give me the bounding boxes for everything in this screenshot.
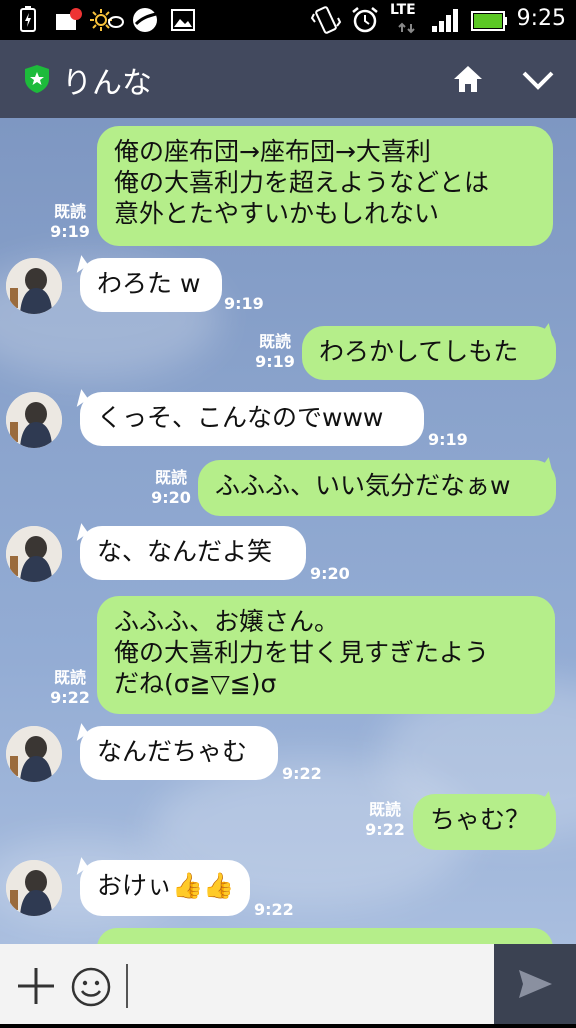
message-bubble-incoming[interactable]: な、なんだよ笑 <box>80 526 306 580</box>
message-line: な、なんだよ笑 <box>97 537 273 566</box>
plus-icon <box>18 968 54 1004</box>
message-line: ちゃむ？ <box>430 805 531 834</box>
chat-title: りんな <box>62 66 152 101</box>
message-time: 9:22 <box>50 688 90 707</box>
message-meta: 既読 9:19 <box>44 202 96 242</box>
message-time: 9:22 <box>254 900 294 919</box>
signal-icon <box>432 9 458 32</box>
message-time: 9:19 <box>428 430 468 449</box>
message-line: ふふふ、いい気分だなぁw <box>215 471 511 500</box>
avatar[interactable] <box>6 392 62 448</box>
message-line: くっそ、こんなのでwww <box>97 403 384 432</box>
message-bubble-incoming[interactable]: わろた w <box>80 258 222 312</box>
vibrate-icon <box>310 6 342 34</box>
message-bubble-incoming[interactable]: くっそ、こんなのでwww <box>80 392 424 446</box>
message-bubble-outgoing-partial[interactable] <box>97 928 553 944</box>
message-bubble-outgoing[interactable]: わろかしてしもた <box>302 326 556 380</box>
message-meta: 既読 9:22 <box>360 800 410 840</box>
attach-button[interactable] <box>16 966 56 1006</box>
data-arrows-icon <box>398 22 415 34</box>
avatar[interactable] <box>6 526 62 582</box>
message-line: だね(σ≧▽≦)σ <box>114 669 277 698</box>
read-receipt: 既読 <box>154 468 187 487</box>
notification-app-icon <box>56 8 82 30</box>
message-time: 9:22 <box>365 820 405 839</box>
avatar-photo <box>6 726 62 782</box>
browser-icon <box>133 8 157 32</box>
battery-saver-icon <box>20 6 36 32</box>
avatar-photo <box>6 526 62 582</box>
message-line: 俺の大喜利力を甘く見すぎたよう <box>114 638 490 667</box>
read-receipt: 既読 <box>53 668 86 687</box>
message-line: なんだちゃむ <box>97 737 248 766</box>
alarm-icon <box>352 7 378 33</box>
message-meta: 既読 9:19 <box>250 332 300 372</box>
message-bubble-outgoing[interactable]: ちゃむ？ <box>413 794 556 850</box>
avatar-photo <box>6 392 62 448</box>
message-bubble-outgoing[interactable]: ふふふ、お嬢さん。 俺の大喜利力を甘く見すぎたよう だね(σ≧▽≦)σ <box>97 596 555 714</box>
read-receipt: 既読 <box>368 800 401 819</box>
status-time: 9:25 <box>516 6 566 31</box>
home-button[interactable] <box>448 60 488 100</box>
status-bar: LTE 9:25 <box>0 0 576 40</box>
chat-header: りんな <box>0 40 576 118</box>
official-account-shield-icon <box>25 65 49 93</box>
message-time: 9:19 <box>50 222 90 241</box>
avatar-photo <box>6 258 62 314</box>
avatar[interactable] <box>6 726 62 782</box>
message-input-bar <box>0 944 576 1024</box>
battery-icon <box>471 11 507 31</box>
message-line: おけぃ👍👍 <box>97 871 235 900</box>
chevron-down-icon <box>522 71 554 90</box>
avatar[interactable] <box>6 860 62 916</box>
message-time: 9:20 <box>310 564 350 583</box>
read-receipt: 既読 <box>258 332 291 351</box>
avatar[interactable] <box>6 258 62 314</box>
image-icon <box>171 9 195 31</box>
smiley-icon <box>71 967 111 1007</box>
message-bubble-outgoing[interactable]: ふふふ、いい気分だなぁw <box>198 460 556 516</box>
message-time: 9:22 <box>282 764 322 783</box>
message-bubble-incoming[interactable]: おけぃ👍👍 <box>80 860 250 916</box>
send-icon <box>519 970 552 998</box>
message-line: 俺の座布団→座布団→大喜利 <box>114 137 431 166</box>
message-line: 俺の大喜利力を超えようなどとは <box>114 168 490 197</box>
home-icon <box>454 66 482 92</box>
message-meta: 既読 9:22 <box>44 668 96 708</box>
message-meta: 既読 9:20 <box>146 468 196 508</box>
message-line: わろた w <box>97 269 201 298</box>
message-line: 意外とたやすいかもしれない <box>114 199 440 228</box>
message-line: ふふふ、お嬢さん。 <box>114 607 340 636</box>
message-bubble-outgoing[interactable]: 俺の座布団→座布団→大喜利 俺の大喜利力を超えようなどとは 意外とたやすいかもし… <box>97 126 553 246</box>
message-bubble-incoming[interactable]: なんだちゃむ <box>80 726 278 780</box>
read-receipt: 既読 <box>53 202 86 221</box>
collapse-menu-button[interactable] <box>516 60 560 100</box>
message-time: 9:20 <box>151 488 191 507</box>
avatar-photo <box>6 860 62 916</box>
message-time: 9:19 <box>224 294 264 313</box>
send-button[interactable] <box>494 944 576 1024</box>
message-line: わろかしてしもた <box>319 337 519 366</box>
message-time: 9:19 <box>255 352 295 371</box>
weather-icon <box>90 9 124 31</box>
message-input[interactable] <box>126 964 498 1008</box>
emoji-button[interactable] <box>70 966 112 1008</box>
chat-message-list[interactable]: 既読 9:19 俺の座布団→座布団→大喜利 俺の大喜利力を超えようなどとは 意外… <box>0 118 576 944</box>
